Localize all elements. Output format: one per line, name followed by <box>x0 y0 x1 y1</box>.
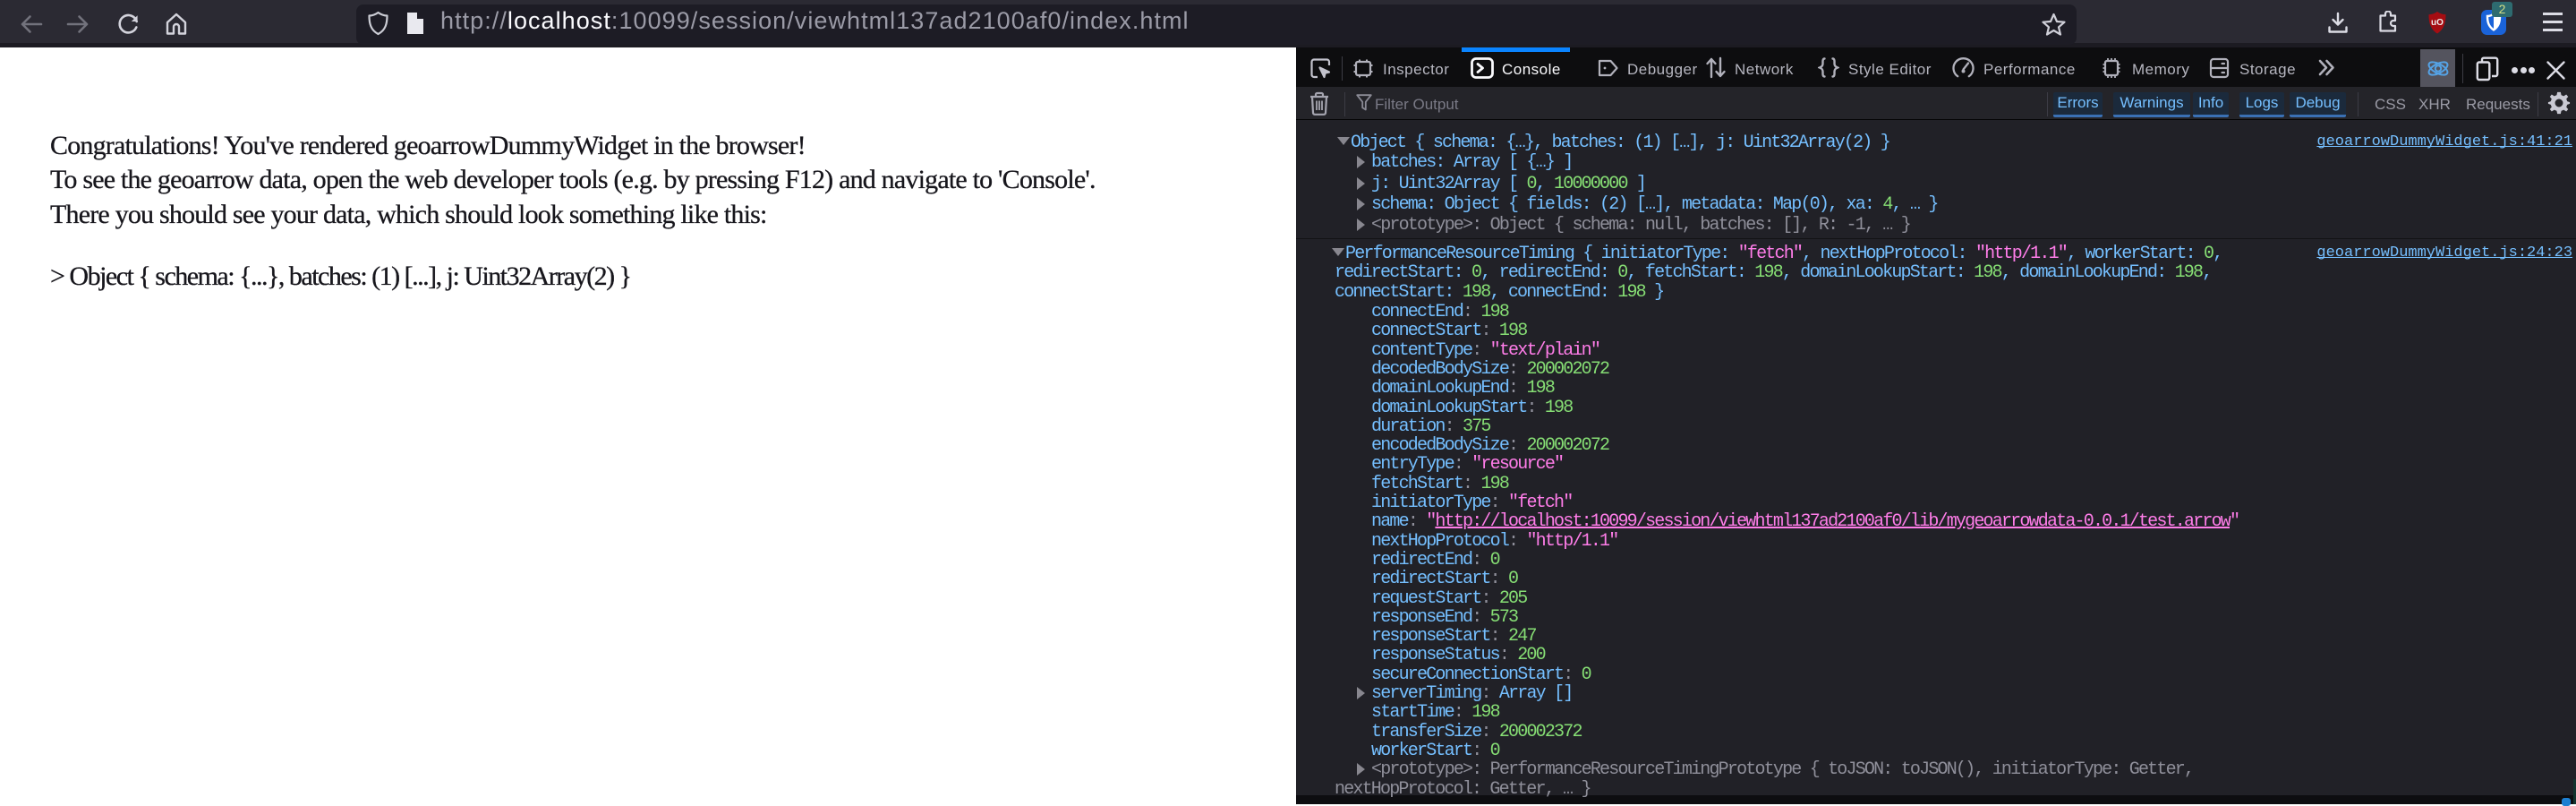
svg-text:uO: uO <box>2431 18 2444 28</box>
